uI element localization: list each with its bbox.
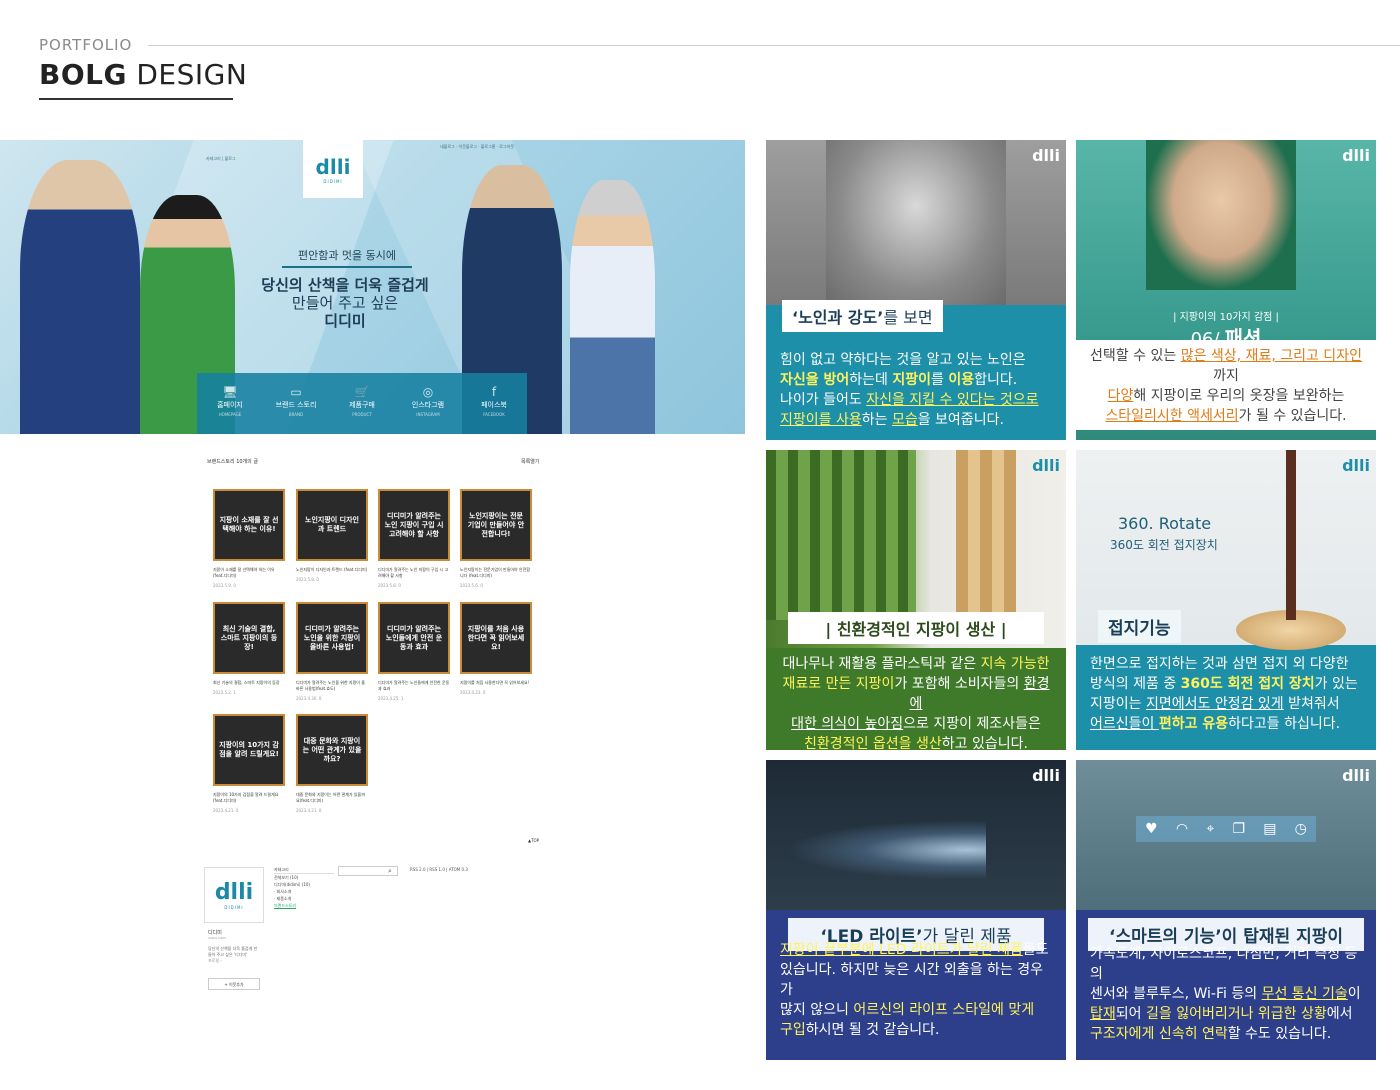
tile-eco-friendly: dlli | 친환경적인 지팡이 생산 | 대나무나 재활용 플라스틱과 같은 … — [766, 450, 1066, 750]
tile-label: | 지팡이의 10가지 감점 | — [1173, 312, 1279, 323]
location-icon: ⌖ — [1206, 821, 1215, 837]
category-item[interactable]: 디디미(didimi) (10) — [274, 881, 334, 888]
brand-logo: dlli — [1032, 766, 1060, 785]
brand-logo: dlli — [1342, 766, 1370, 785]
tile-text: 지팡이 끝부분에 LED 라이트가 달린 제품들도 있습니다. 하지만 늦은 시… — [780, 942, 1049, 1038]
tile-text: 힘이 없고 약하다는 것을 알고 있는 노인은 자신을 방어하는데 지팡이를 이… — [780, 352, 1039, 428]
hero-breadcrumb[interactable]: 카테고리 | 블로그 — [206, 156, 236, 162]
tile-text: 가속도계, 자이로스코프, 나침반, 거리 측정 등의 센서와 블루투스, Wi… — [1090, 946, 1361, 1042]
post-thumbnail[interactable]: 디디미가 알려주는 노인 지팡이 구입 시 고려해야 할 사항 — [378, 489, 450, 561]
rotate-heading: 360. Rotate — [1118, 514, 1212, 533]
menu-product[interactable]: 🛒 제품구매 PRODUCT — [329, 373, 395, 434]
tile-grounding: dlli 360. Rotate 360도 회전 접지장치 접지기능 한면으로 … — [1076, 450, 1376, 750]
category-item[interactable]: · 제품소개 — [274, 895, 334, 902]
tile-title: 접지기능 — [1098, 610, 1181, 643]
tile-text: 대나무나 재활용 플라스틱과 같은 지속 가능한 재료로 만든 지팡이가 포함해… — [766, 648, 1066, 750]
post-thumbnail[interactable]: 노인지팡이는 전문기업이 만들어야 안전합니다! — [460, 489, 532, 561]
brand-logo: dlli — [1342, 146, 1370, 165]
tile-led-light: dlli ‘LED 라이트’가 달린 제품 지팡이 끝부분에 LED 라이트가 … — [766, 760, 1066, 1060]
woman-right-figure — [570, 180, 655, 434]
post-card[interactable]: 지팡이 소재를 잘 선택해야 하는 이유! 지팡이 소재를 잘 선택해야 하는 이… — [213, 489, 285, 588]
facebook-icon: f — [491, 385, 497, 399]
menu-facebook[interactable]: f 페이스북 FACEBOOK — [461, 373, 527, 434]
add-neighbor-button[interactable]: + 이웃추가 — [208, 978, 260, 990]
man-left-figure — [20, 160, 140, 434]
category-item[interactable]: 전체보기 (10) — [274, 874, 334, 881]
heart-icon: ♥ — [1145, 821, 1158, 837]
copy-icon: ❐ — [1232, 821, 1245, 837]
tile-smart-cane: ♥ ◠ ⌖ ❐ ▤ ◷ dlli ‘스마트의 기능’이 탑재된 지팡이 가속도계… — [1076, 760, 1376, 1060]
brand-logo: dlli — [1032, 456, 1060, 475]
post-thumbnail[interactable]: 디디미가 알려주는 노인들에게 안전 운동과 효과 — [378, 602, 450, 674]
wifi-icon: ◠ — [1175, 821, 1189, 837]
monitor-icon: 🖥 — [222, 385, 238, 399]
brand-logo[interactable]: dlli DIDIMI — [303, 140, 363, 198]
smart-icons-bar: ♥ ◠ ⌖ ❐ ▤ ◷ — [1136, 816, 1316, 842]
hero-user-links[interactable]: 내블로그 · 이웃블로그 · 블로그홈 · 로그아웃 — [440, 144, 514, 150]
post-card[interactable]: 지팡이를 처음 사용한다면 꼭 읽어보세요! 지팡이를 처음 사용한다면 꼭 읽어… — [460, 602, 532, 695]
brand-logo: dlli — [1342, 456, 1370, 475]
post-thumbnail[interactable]: 최신 기술의 결합, 스마트 지팡이의 등장! — [213, 602, 285, 674]
tile-title: | 친환경적인 지팡이 생산 | — [788, 612, 1044, 644]
open-list-link[interactable]: 목록열기 — [521, 458, 539, 465]
post-thumbnail[interactable]: 노인지팡이 디자인과 트렌드 — [296, 489, 368, 561]
post-thumbnail[interactable]: 디디미가 알려주는 노인을 위한 지팡이 올바른 사용법! — [296, 602, 368, 674]
instagram-icon: ◎ — [422, 385, 434, 399]
brand-logo: dlli — [1032, 146, 1060, 165]
profile-logo[interactable]: dlli DIDIMI — [204, 867, 264, 923]
menu-homepage[interactable]: 🖥 홈페이지 HOMEPAGE — [197, 373, 263, 434]
tile-fashion: dlli | 지팡이의 10가지 감점 | 06/ 패션 선택할 수 있는 많은… — [1076, 140, 1376, 440]
post-card[interactable]: 디디미가 알려주는 노인들에게 안전 운동과 효과 디디미가 알려주는 노인들에게… — [378, 602, 450, 701]
tile-elderly-defense: dlli ‘노인과 강도’를 보면 힘이 없고 약하다는 것을 알고 있는 노인… — [766, 140, 1066, 440]
profile-description: 당신의 산책을 더욱 즐겁게 만들어 주고 싶은 '디디미' 프로필 › — [208, 946, 258, 963]
post-thumbnail[interactable]: 지팡이 소재를 잘 선택해야 하는 이유! — [213, 489, 285, 561]
post-card[interactable]: 대중 문화와 지팡이는 어떤 관계가 있을까요? 대중 문화와 지팡이는 어떤 관… — [296, 714, 368, 813]
portfolio-label: PORTFOLIO — [39, 36, 133, 54]
cane-shaft-photo — [1286, 450, 1296, 620]
elderly-man-photo — [826, 140, 1006, 305]
post-card[interactable]: 지팡이의 10가지 감점을 알려 드릴게요! 지팡이의 10가지 감점을 알려 드… — [213, 714, 285, 813]
logo-icon: ▭ — [290, 385, 302, 399]
flashlight-beam-photo — [786, 820, 986, 880]
search-icon[interactable]: ⌕ — [388, 867, 392, 876]
blog-hero-banner: 카테고리 | 블로그 내블로그 · 이웃블로그 · 블로그홈 · 로그아웃 dl… — [0, 140, 745, 434]
tile-title: ‘노인과 강도’를 보면 — [782, 300, 943, 332]
category-link[interactable]: 브랜드스토리 — [274, 902, 334, 909]
post-card[interactable]: 노인지팡이는 전문기업이 만들어야 안전합니다! 노인지팡이는 전문기업이 만들어… — [460, 489, 532, 588]
category-list: 카테고리 전체보기 (10) 디디미(didimi) (10) · 회사소개 ·… — [274, 866, 334, 909]
title-underline — [39, 98, 233, 100]
post-thumbnail[interactable]: 지팡이를 처음 사용한다면 꼭 읽어보세요! — [460, 602, 532, 674]
header-divider — [148, 45, 1400, 46]
rotate-subheading: 360도 회전 접지장치 — [1110, 538, 1218, 552]
post-card[interactable]: 디디미가 알려주는 노인 지팡이 구입 시 고려해야 할 사항 디디미가 알려주는… — [378, 489, 450, 588]
scroll-top-link[interactable]: ▲TOP — [528, 838, 539, 843]
page-title: BOLG DESIGN — [39, 58, 248, 91]
post-card[interactable]: 최신 기술의 결합, 스마트 지팡이의 등장! 최신 기술의 결합, 스마트 지팡… — [213, 602, 285, 695]
menu-instagram[interactable]: ◎ 인스타그램 INSTAGRAM — [395, 373, 461, 434]
woman-photo — [1146, 140, 1296, 290]
rss-links[interactable]: RSS 2.0 | RSS 1.0 | ATOM 0.3 — [410, 867, 468, 872]
document-icon: ▤ — [1263, 821, 1277, 837]
post-card[interactable]: 디디미가 알려주는 노인을 위한 지팡이 올바른 사용법! 디디미가 알려주는 노… — [296, 602, 368, 701]
bamboo-cane-photo — [956, 450, 1016, 620]
menu-brand-story[interactable]: ▭ 브랜드 스토리 BRAND — [263, 373, 329, 434]
post-thumbnail[interactable]: 지팡이의 10가지 감점을 알려 드릴게요! — [213, 714, 285, 786]
clock-icon: ◷ — [1294, 821, 1307, 837]
hero-menu: 🖥 홈페이지 HOMEPAGE ▭ 브랜드 스토리 BRAND 🛒 제품구매 PRODUCT… — [197, 373, 527, 434]
hero-tagline: 편안함과 멋을 동시에 — [282, 246, 412, 268]
category-header: 브랜드스토리 10개의 글 — [207, 459, 258, 465]
tile-text: 한면으로 접지하는 것과 삼면 접지 외 다양한 방식의 제품 중 360도 회… — [1090, 656, 1358, 732]
post-thumbnail[interactable]: 대중 문화와 지팡이는 어떤 관계가 있을까요? — [296, 714, 368, 786]
post-card[interactable]: 노인지팡이 디자인과 트렌드 노인지팡이 디자인과 트렌드 (feat.디디미) 2… — [296, 489, 368, 582]
tile-text: 선택할 수 있는 많은 색상, 재료, 그리고 디자인까지 다양해 지팡이로 우… — [1076, 340, 1376, 430]
category-item[interactable]: · 회사소개 — [274, 888, 334, 895]
hero-headline: 당신의 산책을 더욱 즐겁게 만들어 주고 싶은 디디미 — [261, 276, 429, 330]
cart-icon: 🛒 — [354, 385, 370, 399]
bamboo-photo — [766, 450, 916, 620]
